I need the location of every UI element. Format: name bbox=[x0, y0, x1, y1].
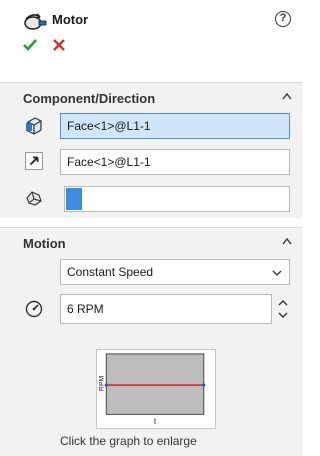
component-direction-header[interactable]: Component/Direction bbox=[0, 82, 302, 108]
motion-section: Motion Constant Speed 6 RPM RPM t Click … bbox=[0, 227, 302, 456]
component-direction-title: Component/Direction bbox=[23, 91, 156, 106]
component-direction-section: Component/Direction Face<1>@L1-1 Face<1>… bbox=[0, 82, 302, 218]
chevron-down-icon bbox=[272, 270, 282, 276]
motion-type-value: Constant Speed bbox=[67, 265, 154, 279]
relative-component-field[interactable] bbox=[64, 186, 290, 212]
cancel-x-icon[interactable] bbox=[52, 38, 66, 52]
motor-property-panel: Motor ? Component/Direction Face<1>@L1-1… bbox=[0, 0, 302, 456]
panel-title: Motor bbox=[52, 12, 89, 27]
relative-component-icon bbox=[26, 191, 42, 206]
help-icon[interactable]: ? bbox=[275, 11, 291, 27]
speed-gauge-icon bbox=[25, 300, 43, 318]
motion-profile-graph[interactable]: RPM t bbox=[96, 349, 216, 429]
motion-type-dropdown[interactable]: Constant Speed bbox=[60, 259, 290, 285]
direction-field[interactable]: Face<1>@L1-1 bbox=[60, 149, 290, 175]
component-face-icon bbox=[26, 117, 42, 135]
graph-ylabel: RPM bbox=[98, 375, 105, 390]
selection-progress-fill bbox=[66, 188, 82, 210]
motion-header[interactable]: Motion bbox=[0, 227, 302, 253]
speed-input[interactable]: 6 RPM bbox=[60, 294, 272, 324]
collapse-chevron-icon[interactable] bbox=[282, 237, 292, 245]
panel-header: Motor ? bbox=[0, 0, 302, 80]
graph-xlabel: t bbox=[154, 417, 157, 426]
component-field[interactable]: Face<1>@L1-1 bbox=[60, 113, 290, 139]
collapse-chevron-icon[interactable] bbox=[282, 92, 292, 100]
speed-spinner[interactable] bbox=[276, 294, 290, 324]
graph-endpoint-right bbox=[202, 383, 206, 387]
ok-checkmark-icon[interactable] bbox=[23, 38, 37, 52]
direction-arrow-icon[interactable] bbox=[25, 152, 43, 170]
graph-caption: Click the graph to enlarge bbox=[60, 434, 197, 448]
motion-title: Motion bbox=[23, 236, 66, 251]
motor-icon bbox=[24, 13, 47, 30]
